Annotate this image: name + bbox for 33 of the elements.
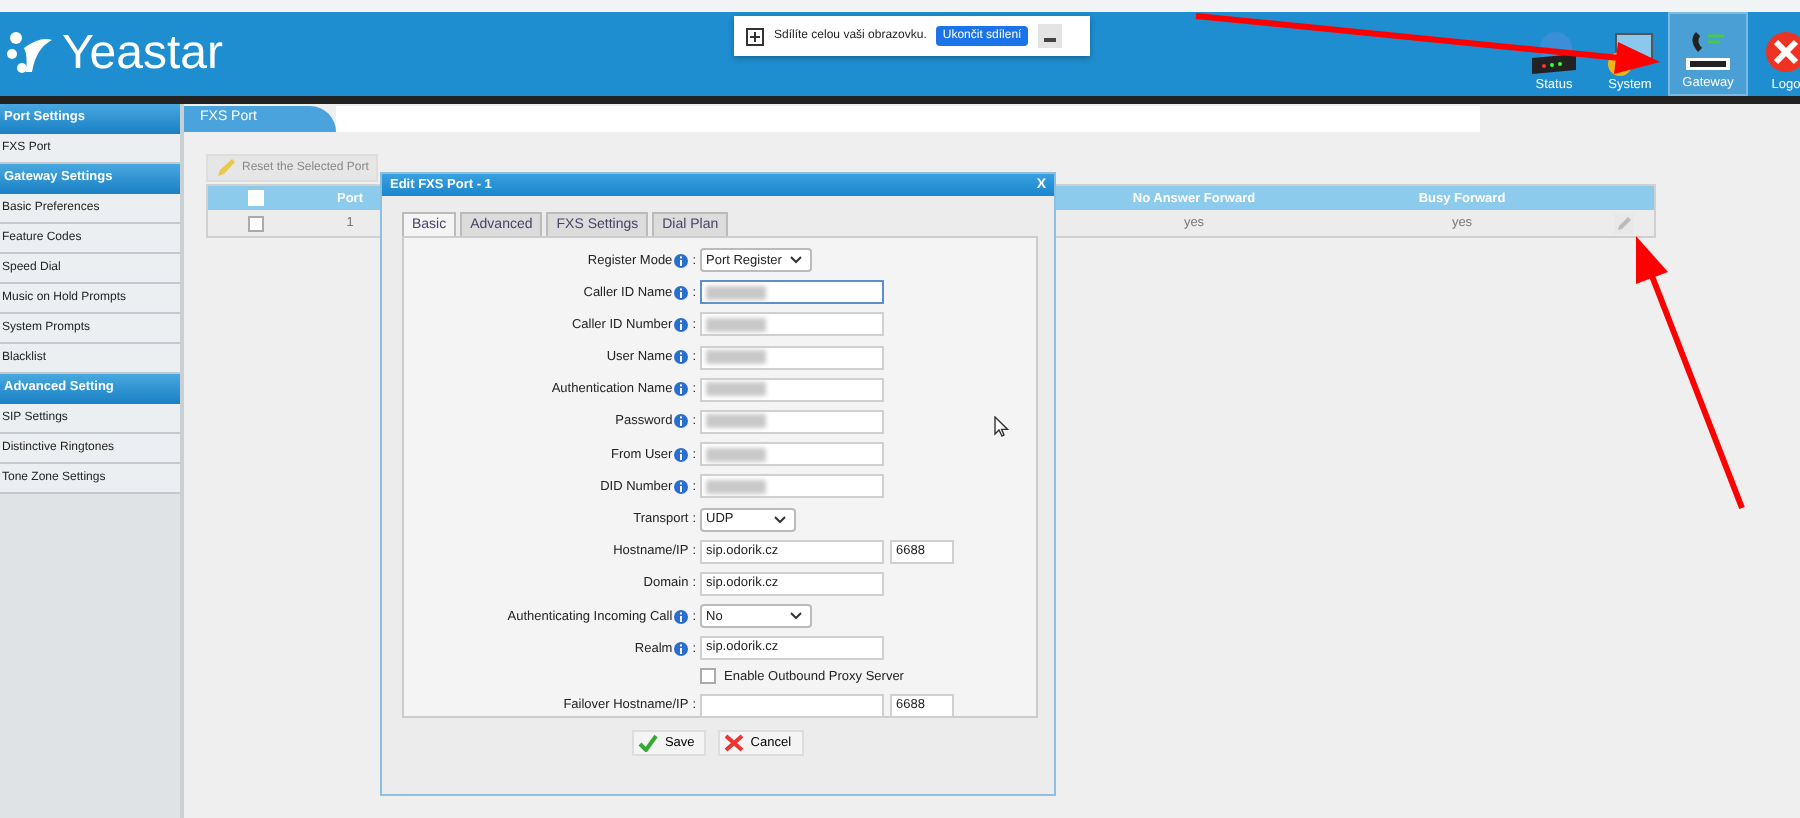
- row-checkbox[interactable]: [248, 215, 264, 231]
- input-field[interactable]: [700, 377, 884, 402]
- blurred-value: [706, 382, 766, 397]
- input-field[interactable]: [700, 442, 884, 467]
- caret-icon: [774, 515, 786, 523]
- router-icon: [1528, 30, 1580, 78]
- input-field[interactable]: [700, 345, 884, 370]
- input-field[interactable]: [700, 474, 884, 499]
- x-icon: [724, 734, 745, 752]
- blurred-value: [706, 350, 766, 365]
- input-field[interactable]: [700, 312, 884, 337]
- blurred-value: [706, 414, 766, 429]
- input-field[interactable]: [700, 409, 884, 434]
- hide-button[interactable]: [1037, 24, 1062, 48]
- close-icon: [1760, 30, 1800, 78]
- edit-button[interactable]: [1614, 213, 1634, 233]
- blurred-value: [706, 317, 766, 332]
- pencil-icon: [216, 158, 236, 178]
- phone-gateway-icon: [1682, 28, 1734, 76]
- checkmark-icon: [638, 734, 659, 752]
- logo-text: Yeastar: [62, 26, 224, 82]
- blurred-value: [706, 447, 766, 462]
- caret-icon: [790, 612, 802, 621]
- pencil-icon: [1616, 215, 1632, 231]
- blurred-value: [706, 479, 766, 494]
- select-all-checkbox[interactable]: [248, 190, 264, 206]
- blurred-value: [706, 285, 766, 300]
- minimize-icon: [1043, 38, 1056, 42]
- share-icon: [746, 27, 764, 45]
- input-field[interactable]: [700, 280, 884, 305]
- caret-icon: [790, 256, 802, 264]
- mouse-pointer-icon: [994, 416, 1010, 438]
- input-field[interactable]: [700, 693, 884, 718]
